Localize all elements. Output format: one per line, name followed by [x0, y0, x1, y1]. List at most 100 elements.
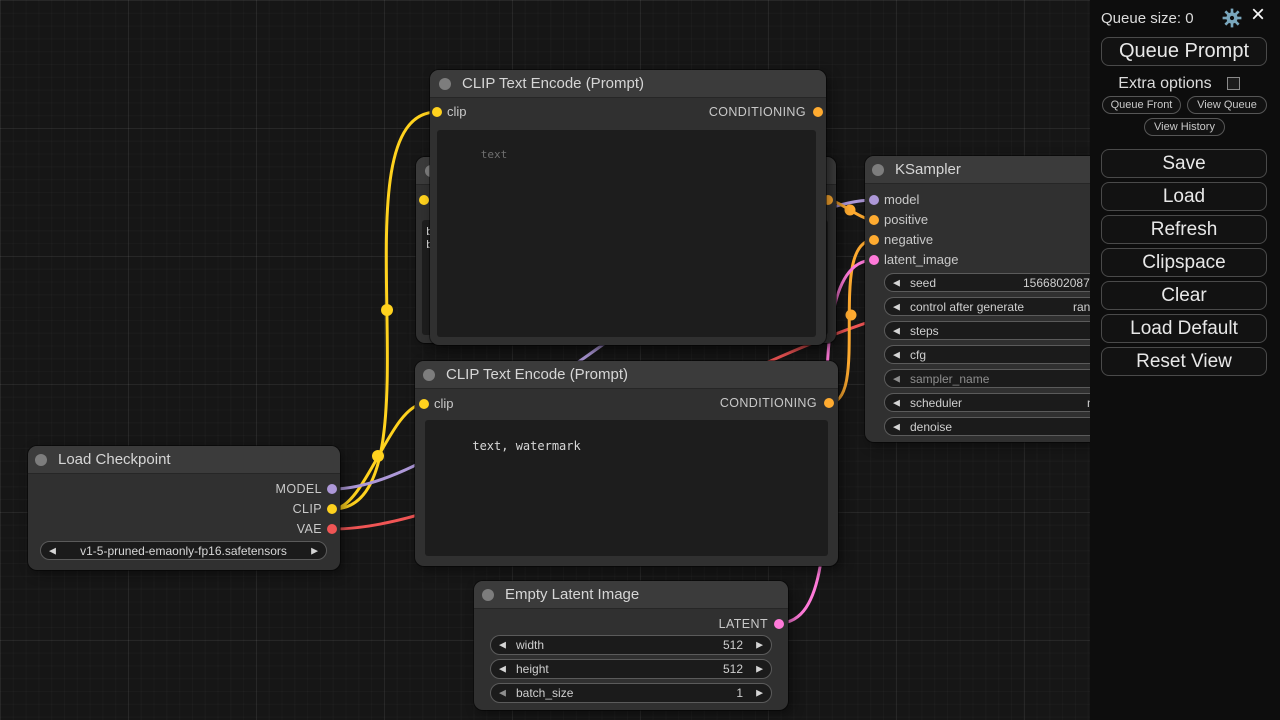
latent-output-label: LATENT	[719, 617, 768, 631]
prev-value-arrow-icon[interactable]: ◀	[893, 302, 900, 311]
link-dot[interactable]	[845, 205, 856, 216]
decrease-arrow-icon[interactable]: ◀	[893, 326, 900, 335]
width-widget[interactable]: ◀ width 512 ▶	[490, 635, 772, 655]
clip-input-port[interactable]	[419, 399, 429, 409]
height-value: 512	[723, 662, 743, 676]
model-input-port[interactable]	[869, 195, 879, 205]
view-history-label: View History	[1154, 121, 1215, 133]
settings-gear-icon[interactable]	[1222, 8, 1242, 28]
view-history-button[interactable]: View History	[1144, 118, 1225, 136]
negative-input-port[interactable]	[869, 235, 879, 245]
vae-output-label: VAE	[297, 522, 322, 536]
scheduler-label: scheduler	[910, 396, 962, 410]
seed-label: seed	[910, 276, 936, 290]
load-button[interactable]: Load	[1101, 182, 1267, 211]
node-clip-text-encode-negative[interactable]: CLIP Text Encode (Prompt) clip CONDITION…	[415, 361, 838, 566]
prev-value-arrow-icon[interactable]: ◀	[893, 374, 900, 383]
latent-image-input-port[interactable]	[869, 255, 879, 265]
width-value: 512	[723, 638, 743, 652]
node-title: KSampler	[895, 161, 961, 178]
conditioning-output-port[interactable]	[824, 398, 834, 408]
textarea-placeholder: text	[481, 148, 508, 161]
positive-input-port[interactable]	[869, 215, 879, 225]
collapse-dot-icon[interactable]	[423, 369, 435, 381]
extra-options-checkbox[interactable]	[1227, 77, 1240, 90]
node-header[interactable]: Load Checkpoint	[28, 446, 340, 474]
decrease-arrow-icon[interactable]: ◀	[893, 278, 900, 287]
next-value-arrow-icon[interactable]: ▶	[311, 546, 318, 555]
batch-size-value: 1	[736, 686, 743, 700]
negative-prompt-text: text, watermark	[472, 439, 580, 453]
conditioning-output-label: CONDITIONING	[720, 396, 817, 410]
node-title: Load Checkpoint	[58, 451, 171, 468]
increase-arrow-icon[interactable]: ▶	[756, 665, 763, 674]
node-title: CLIP Text Encode (Prompt)	[462, 75, 644, 92]
positive-input-label: positive	[884, 213, 928, 227]
vae-output-port[interactable]	[327, 524, 337, 534]
queue-front-label: Queue Front	[1111, 99, 1173, 111]
view-queue-button[interactable]: View Queue	[1187, 96, 1267, 114]
queue-prompt-button[interactable]: Queue Prompt	[1101, 37, 1267, 66]
link-dot[interactable]	[846, 310, 857, 321]
load-default-label: Load Default	[1130, 318, 1238, 340]
view-queue-label: View Queue	[1197, 99, 1257, 111]
clipspace-label: Clipspace	[1142, 252, 1225, 274]
conditioning-output-port[interactable]	[813, 107, 823, 117]
collapse-dot-icon[interactable]	[439, 78, 451, 90]
batch-size-widget[interactable]: ◀ batch_size 1 ▶	[490, 683, 772, 703]
clip-input-port[interactable]	[432, 107, 442, 117]
latent-image-input-label: latent_image	[884, 253, 958, 267]
height-widget[interactable]: ◀ height 512 ▶	[490, 659, 772, 679]
prev-value-arrow-icon[interactable]: ◀	[893, 398, 900, 407]
load-label: Load	[1163, 186, 1205, 208]
node-title: Empty Latent Image	[505, 586, 639, 603]
comfyui-canvas[interactable]: be bo CLIP Text Encode (Prompt) clip CON…	[0, 0, 1280, 720]
increase-arrow-icon[interactable]: ▶	[756, 689, 763, 698]
collapse-dot-icon[interactable]	[482, 589, 494, 601]
decrease-arrow-icon[interactable]: ◀	[893, 350, 900, 359]
save-label: Save	[1162, 153, 1205, 175]
queue-front-button[interactable]: Queue Front	[1102, 96, 1181, 114]
node-header[interactable]: CLIP Text Encode (Prompt)	[430, 70, 826, 98]
close-menu-icon[interactable]: ×	[1251, 1, 1265, 29]
clear-label: Clear	[1161, 285, 1206, 307]
decrease-arrow-icon[interactable]: ◀	[499, 689, 506, 698]
collapse-dot-icon[interactable]	[35, 454, 47, 466]
reset-view-button[interactable]: Reset View	[1101, 347, 1267, 376]
ckpt-name-widget[interactable]: ◀ v1-5-pruned-emaonly-fp16.safetensors ▶	[40, 541, 327, 560]
seed-value: 1566802087	[1023, 276, 1090, 290]
node-load-checkpoint[interactable]: Load Checkpoint MODEL CLIP VAE ◀ v1-5-pr…	[28, 446, 340, 570]
decrease-arrow-icon[interactable]: ◀	[893, 422, 900, 431]
clear-button[interactable]: Clear	[1101, 281, 1267, 310]
latent-output-port[interactable]	[774, 619, 784, 629]
conditioning-output-label: CONDITIONING	[709, 105, 806, 119]
increase-arrow-icon[interactable]: ▶	[756, 641, 763, 650]
prompt-textarea[interactable]: text, watermark	[425, 420, 828, 556]
refresh-button[interactable]: Refresh	[1101, 215, 1267, 244]
node-header[interactable]: Empty Latent Image	[474, 581, 788, 609]
model-output-port[interactable]	[327, 484, 337, 494]
save-button[interactable]: Save	[1101, 149, 1267, 178]
width-label: width	[516, 638, 544, 652]
node-title: CLIP Text Encode (Prompt)	[446, 366, 628, 383]
decrease-arrow-icon[interactable]: ◀	[499, 641, 506, 650]
denoise-label: denoise	[910, 420, 952, 434]
clip-output-label: CLIP	[293, 502, 322, 516]
decrease-arrow-icon[interactable]: ◀	[499, 665, 506, 674]
link-dot[interactable]	[372, 450, 384, 462]
link-dot[interactable]	[381, 304, 393, 316]
ckpt-name-value: v1-5-pruned-emaonly-fp16.safetensors	[41, 544, 326, 558]
sampler-name-label: sampler_name	[910, 372, 989, 386]
refresh-label: Refresh	[1151, 219, 1218, 241]
clipspace-button[interactable]: Clipspace	[1101, 248, 1267, 277]
clip-output-port[interactable]	[327, 504, 337, 514]
collapse-dot-icon[interactable]	[872, 164, 884, 176]
node-header[interactable]: CLIP Text Encode (Prompt)	[415, 361, 838, 389]
load-default-button[interactable]: Load Default	[1101, 314, 1267, 343]
prompt-textarea[interactable]: text	[437, 130, 816, 337]
node-empty-latent-image[interactable]: Empty Latent Image LATENT ◀ width 512 ▶ …	[474, 581, 788, 710]
reset-view-label: Reset View	[1136, 351, 1232, 373]
queue-prompt-label: Queue Prompt	[1119, 40, 1249, 63]
clip-input-port[interactable]	[419, 195, 429, 205]
node-clip-text-encode-top[interactable]: CLIP Text Encode (Prompt) clip CONDITION…	[430, 70, 826, 345]
